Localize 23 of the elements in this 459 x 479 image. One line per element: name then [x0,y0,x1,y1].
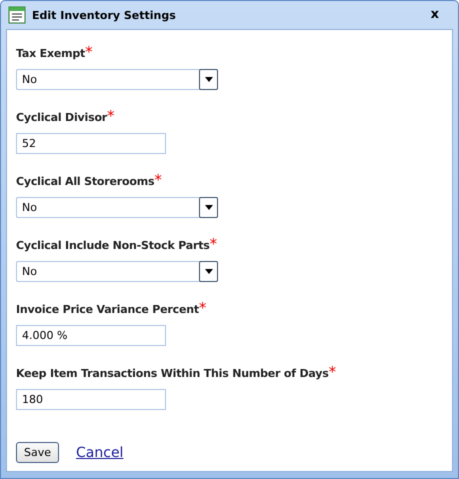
required-mark: * [198,302,206,315]
close-button[interactable]: x [430,6,451,24]
save-button[interactable]: Save [16,442,60,463]
input-field[interactable]: 180 [16,389,166,410]
field-label: Tax Exempt [16,46,86,62]
window-title: Edit Inventory Settings [32,8,177,22]
field-label: Cyclical Divisor [16,110,108,126]
dropdown-field[interactable]: No [16,69,218,90]
required-mark: * [154,174,162,187]
required-mark: * [107,110,115,123]
field-label: Cyclical Include Non-Stock Parts [16,238,210,254]
input-field[interactable]: 4.000 % [16,325,166,346]
dropdown-field[interactable]: No [16,197,218,218]
input-field[interactable]: 52 [16,133,166,154]
cancel-link[interactable]: Cancel [76,444,124,460]
required-mark: * [210,238,218,251]
required-mark: * [328,366,336,379]
window-icon [8,6,26,24]
field-label: Cyclical All Storerooms [16,174,154,190]
field-label: Invoice Price Variance Percent [16,302,199,318]
field-label: Keep Item Transactions Within This Number of Days [16,366,329,382]
dropdown-field[interactable]: No [16,261,218,282]
required-mark: * [85,46,93,59]
